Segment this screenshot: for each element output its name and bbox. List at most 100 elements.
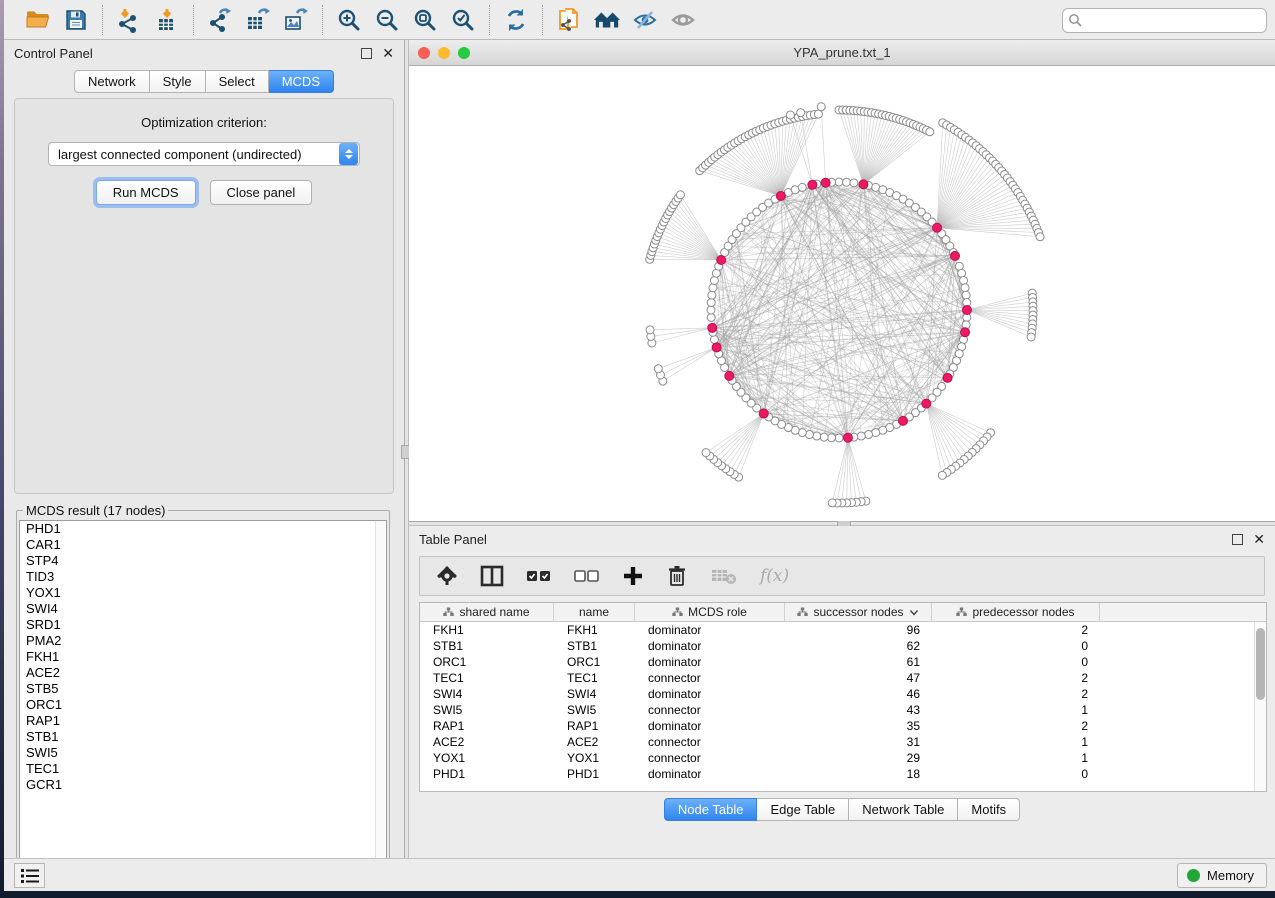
- mcds-hub-node[interactable]: [717, 255, 726, 264]
- network-graph-svg[interactable]: [409, 66, 1275, 521]
- network-leaf-node[interactable]: [817, 103, 825, 111]
- mcds-hub-node[interactable]: [776, 191, 785, 200]
- deselect-all-rows-icon[interactable]: [574, 565, 600, 587]
- mcds-result-item[interactable]: STB5: [20, 681, 386, 697]
- table-cell[interactable]: TEC1: [554, 671, 635, 685]
- network-node[interactable]: [798, 183, 806, 191]
- table-cell[interactable]: dominator: [635, 639, 785, 653]
- table-cell[interactable]: connector: [635, 735, 785, 749]
- mcds-result-item[interactable]: FKH1: [20, 649, 386, 665]
- mcds-result-item[interactable]: PMA2: [20, 633, 386, 649]
- tab-network-table[interactable]: Network Table: [849, 798, 958, 821]
- network-node[interactable]: [828, 434, 836, 442]
- network-node[interactable]: [835, 434, 843, 442]
- open-file-button[interactable]: [24, 6, 52, 34]
- table-cell[interactable]: 46: [785, 687, 932, 701]
- float-panel-icon[interactable]: [1232, 534, 1243, 545]
- network-node[interactable]: [709, 284, 717, 292]
- table-cell[interactable]: connector: [635, 703, 785, 717]
- network-node[interactable]: [865, 431, 873, 439]
- mcds-result-item[interactable]: CAR1: [20, 537, 386, 553]
- network-leaf-node[interactable]: [1036, 233, 1044, 241]
- zoom-out-button[interactable]: [373, 6, 401, 34]
- network-leaf-node[interactable]: [646, 326, 654, 334]
- mcds-result-item[interactable]: ACE2: [20, 665, 386, 681]
- table-cell[interactable]: 2: [932, 687, 1100, 701]
- table-cell[interactable]: ACE2: [420, 735, 554, 749]
- export-image-button[interactable]: [282, 6, 310, 34]
- network-node[interactable]: [813, 432, 821, 440]
- column-header-predecessor-nodes[interactable]: predecessor nodes: [932, 603, 1100, 621]
- table-row[interactable]: YOX1YOX1connector291: [420, 750, 1266, 766]
- table-cell[interactable]: FKH1: [420, 623, 554, 637]
- network-leaf-node[interactable]: [786, 111, 794, 119]
- column-header-name[interactable]: name: [554, 603, 635, 621]
- mcds-hub-node[interactable]: [843, 433, 852, 442]
- table-cell[interactable]: dominator: [635, 623, 785, 637]
- table-cell[interactable]: 1: [932, 735, 1100, 749]
- table-cell[interactable]: YOX1: [420, 751, 554, 765]
- save-session-button[interactable]: [62, 6, 90, 34]
- column-header-shared-name[interactable]: shared name: [420, 603, 554, 621]
- table-cell[interactable]: connector: [635, 671, 785, 685]
- tab-motifs[interactable]: Motifs: [958, 798, 1020, 821]
- network-node[interactable]: [835, 178, 843, 186]
- mcds-hub-node[interactable]: [951, 251, 960, 260]
- add-column-icon[interactable]: [622, 565, 644, 587]
- table-cell[interactable]: SWI5: [554, 703, 635, 717]
- network-node[interactable]: [708, 291, 716, 299]
- table-cell[interactable]: dominator: [635, 687, 785, 701]
- network-leaf-node[interactable]: [938, 471, 946, 479]
- mcds-hub-node[interactable]: [933, 223, 942, 232]
- table-cell[interactable]: TEC1: [420, 671, 554, 685]
- list-scrollbar[interactable]: [375, 521, 386, 871]
- network-node[interactable]: [710, 336, 718, 344]
- show-details-button[interactable]: [669, 6, 697, 34]
- table-cell[interactable]: dominator: [635, 655, 785, 669]
- table-row[interactable]: PHD1PHD1dominator180: [420, 766, 1266, 782]
- table-cell[interactable]: STB1: [554, 639, 635, 653]
- memory-button[interactable]: Memory: [1177, 863, 1267, 888]
- network-node[interactable]: [850, 179, 858, 187]
- mcds-hub-node[interactable]: [708, 323, 717, 332]
- tab-mcds[interactable]: MCDS: [269, 70, 334, 93]
- table-cell[interactable]: FKH1: [554, 623, 635, 637]
- table-cell[interactable]: 0: [932, 767, 1100, 781]
- column-header-successor-nodes[interactable]: successor nodes: [785, 603, 932, 621]
- mcds-result-item[interactable]: RAP1: [20, 713, 386, 729]
- table-scrollbar[interactable]: [1254, 622, 1266, 791]
- table-cell[interactable]: 62: [785, 639, 932, 653]
- close-panel-icon[interactable]: ✕: [1253, 534, 1265, 545]
- mcds-hub-node[interactable]: [922, 399, 931, 408]
- mcds-result-item[interactable]: TEC1: [20, 761, 386, 777]
- zoom-in-button[interactable]: [335, 6, 363, 34]
- mcds-result-item[interactable]: SWI4: [20, 601, 386, 617]
- table-cell[interactable]: 31: [785, 735, 932, 749]
- table-row[interactable]: RAP1RAP1dominator352: [420, 718, 1266, 734]
- zoom-fit-button[interactable]: [411, 6, 439, 34]
- mcds-hub-node[interactable]: [943, 373, 952, 382]
- table-cell[interactable]: SWI4: [420, 687, 554, 701]
- tab-node-table[interactable]: Node Table: [664, 798, 758, 821]
- network-node[interactable]: [857, 432, 865, 440]
- network-leaf-node[interactable]: [702, 449, 710, 457]
- mcds-result-item[interactable]: STP4: [20, 553, 386, 569]
- mcds-hub-node[interactable]: [725, 371, 734, 380]
- network-node[interactable]: [707, 299, 715, 307]
- import-table-button[interactable]: [153, 6, 181, 34]
- table-cell[interactable]: 1: [932, 751, 1100, 765]
- table-cell[interactable]: 1: [932, 703, 1100, 717]
- tab-style[interactable]: Style: [150, 70, 206, 93]
- table-row[interactable]: SWI5SWI5connector431: [420, 702, 1266, 718]
- export-table-button[interactable]: [244, 6, 272, 34]
- table-cell[interactable]: 0: [932, 655, 1100, 669]
- table-cell[interactable]: connector: [635, 751, 785, 765]
- zoom-selected-button[interactable]: [449, 6, 477, 34]
- search-input[interactable]: [1062, 8, 1267, 33]
- session-home-button[interactable]: [593, 6, 621, 34]
- table-cell[interactable]: 2: [932, 671, 1100, 685]
- float-panel-icon[interactable]: [361, 48, 372, 59]
- table-cell[interactable]: ORC1: [420, 655, 554, 669]
- table-cell[interactable]: 18: [785, 767, 932, 781]
- table-cell[interactable]: RAP1: [554, 719, 635, 733]
